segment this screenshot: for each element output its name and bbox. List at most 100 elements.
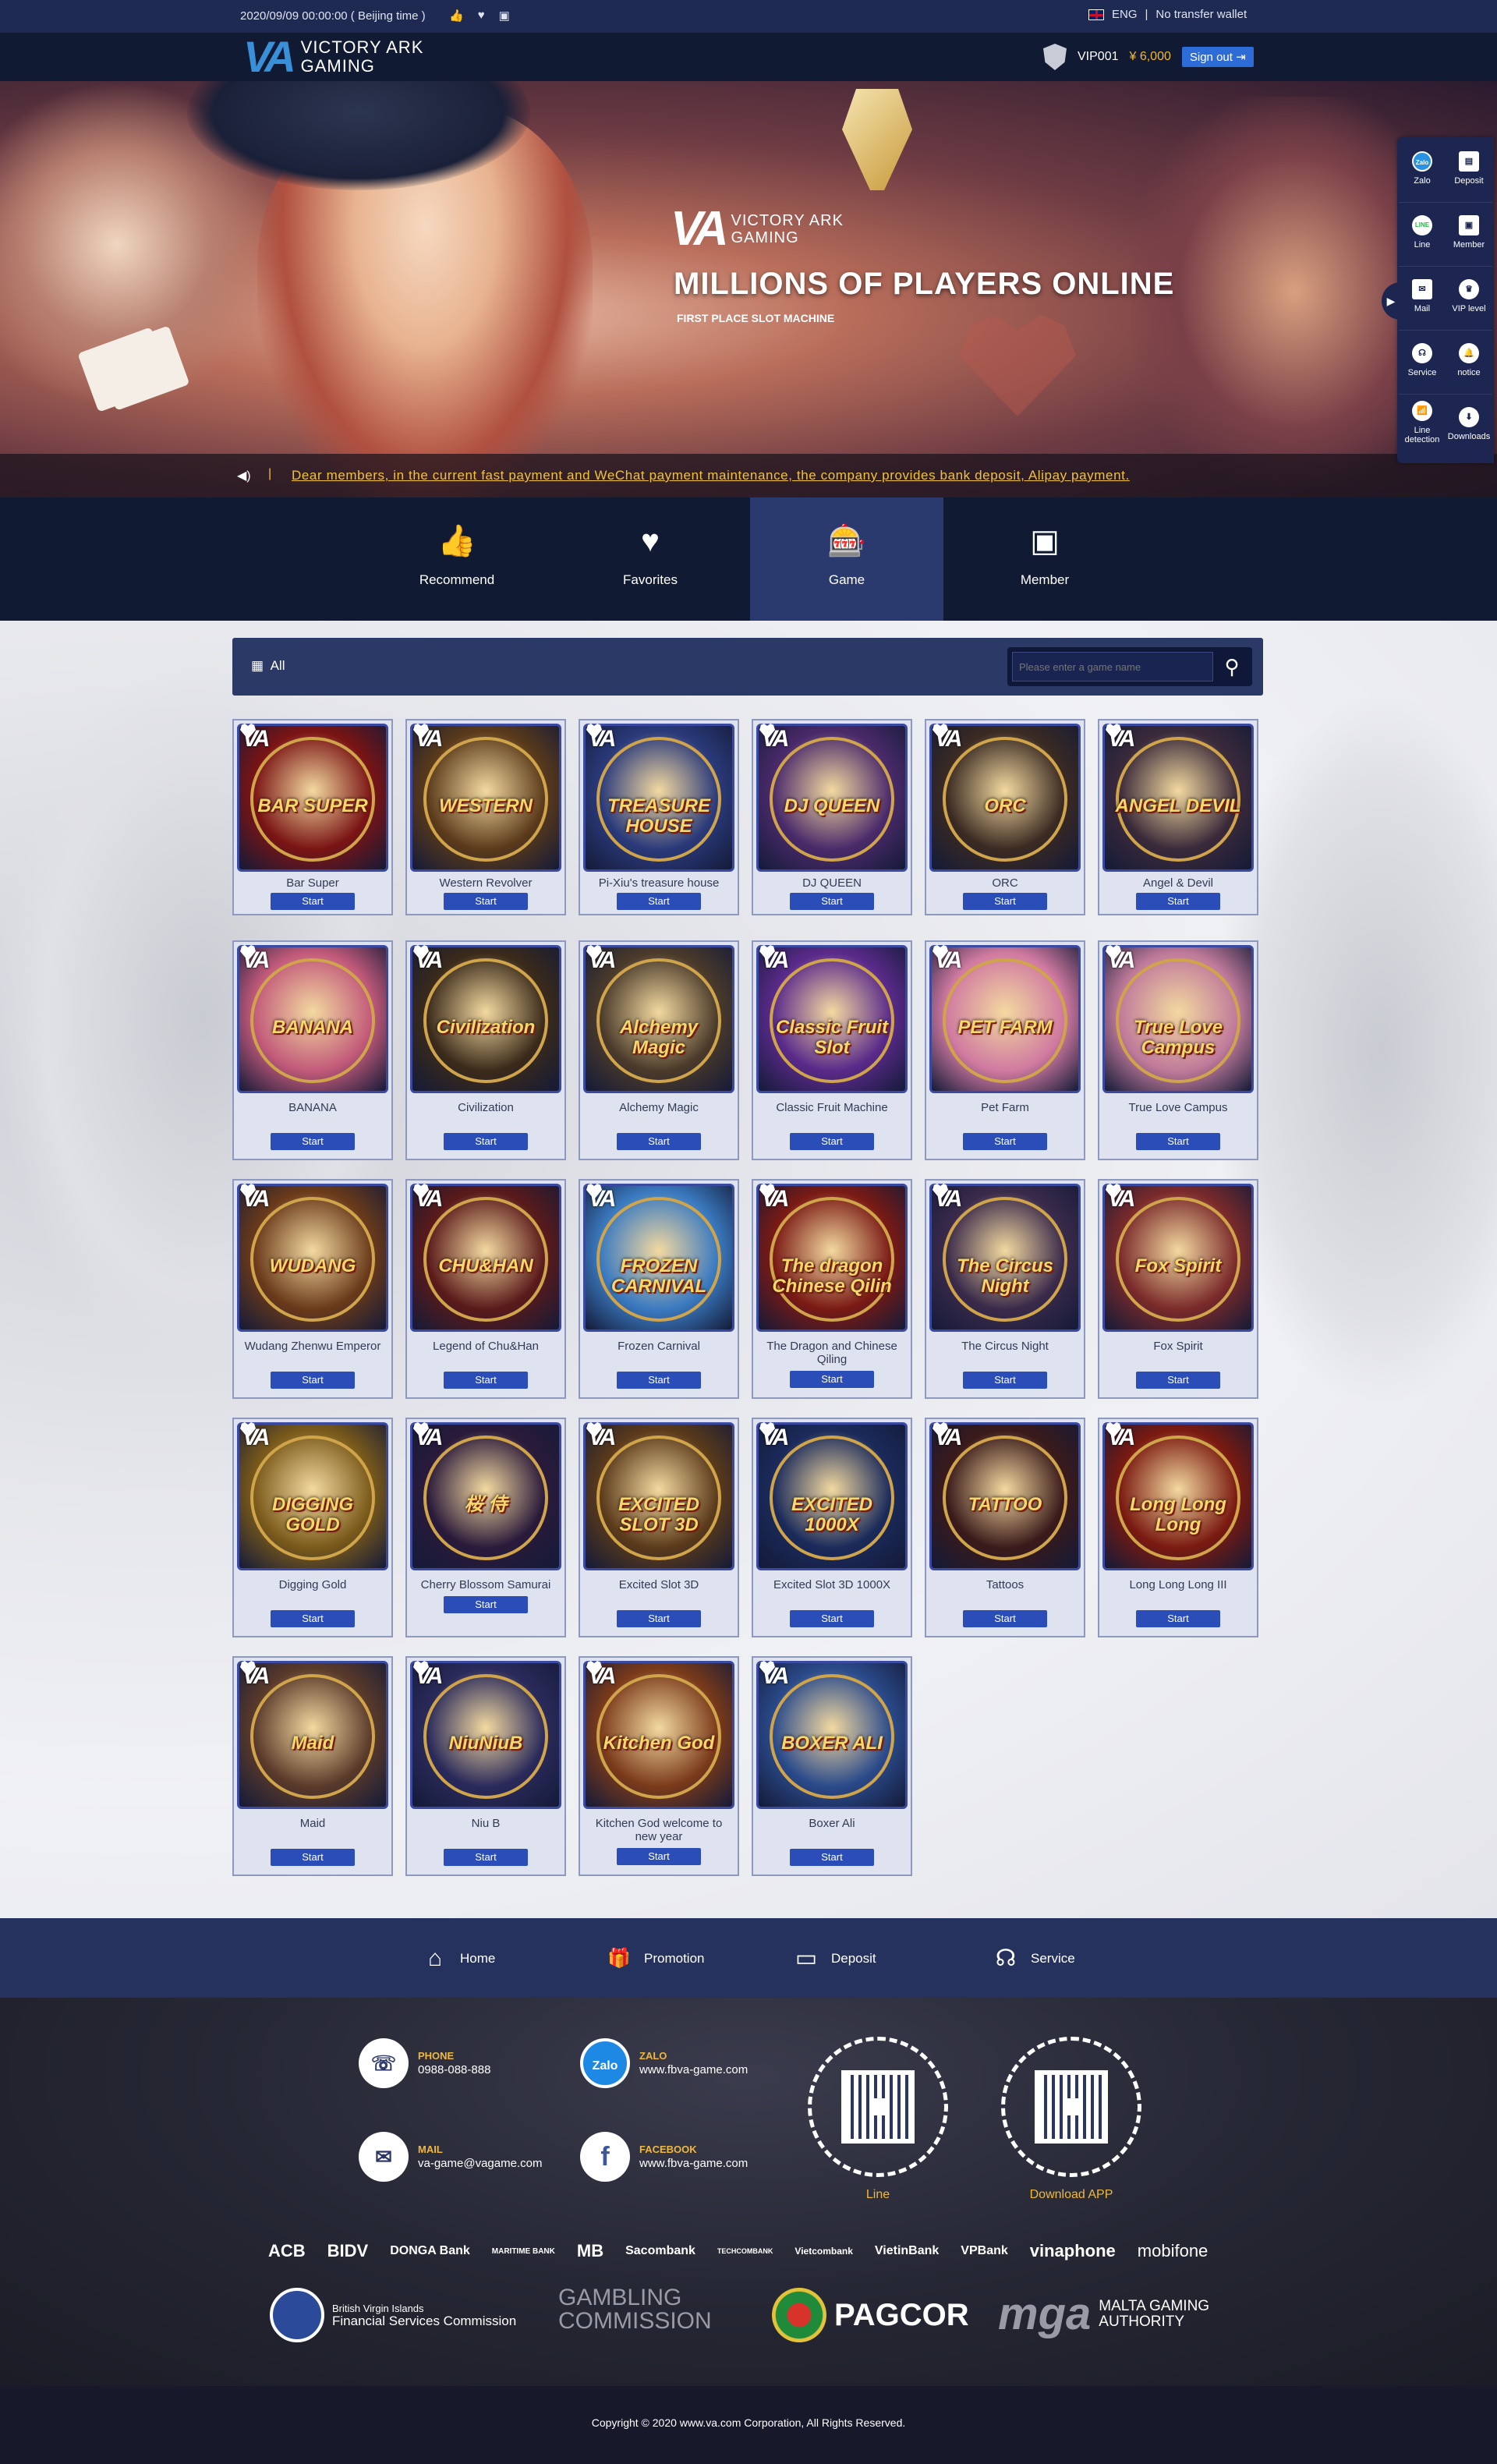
game-thumbnail[interactable]: VA DJ QUEEN bbox=[756, 724, 908, 872]
start-game-button[interactable]: Start bbox=[963, 1133, 1047, 1150]
start-game-button[interactable]: Start bbox=[790, 1610, 874, 1627]
game-card[interactable]: VA ORC ORC Start bbox=[925, 719, 1085, 915]
game-thumbnail[interactable]: VA ANGEL DEVIL bbox=[1102, 724, 1254, 872]
game-thumbnail[interactable]: VA Fox Spirit bbox=[1102, 1184, 1254, 1332]
game-card[interactable]: VA NiuNiuB Niu B Start bbox=[405, 1656, 566, 1876]
game-card[interactable]: VA ANGEL DEVIL Angel & Devil Start bbox=[1098, 719, 1258, 915]
game-card[interactable]: VA The Circus Night The Circus Night Start bbox=[925, 1179, 1085, 1399]
game-thumbnail[interactable]: VA FROZEN CARNIVAL bbox=[583, 1184, 734, 1332]
game-card[interactable]: VA The dragon Chinese Qilin The Dragon and… bbox=[752, 1179, 912, 1399]
start-game-button[interactable]: Start bbox=[271, 1133, 355, 1150]
side-item-line-detection[interactable]: 📶 Line detection bbox=[1399, 396, 1446, 458]
game-icon[interactable]: ▣ bbox=[499, 9, 510, 23]
game-card[interactable]: VA Civilization Civilization Start bbox=[405, 940, 566, 1160]
game-thumbnail[interactable]: VA WESTERN bbox=[410, 724, 561, 872]
category-all[interactable]: ▦ All bbox=[251, 658, 285, 674]
start-game-button[interactable]: Start bbox=[1136, 1133, 1220, 1150]
start-game-button[interactable]: Start bbox=[444, 1849, 528, 1866]
side-item-zalo[interactable]: Zalo Zalo bbox=[1399, 140, 1446, 203]
side-item-service[interactable]: ☊ Service bbox=[1399, 332, 1446, 395]
start-game-button[interactable]: Start bbox=[963, 1372, 1047, 1389]
tab-game[interactable]: 🎰 Game bbox=[750, 497, 943, 621]
start-game-button[interactable]: Start bbox=[271, 893, 355, 910]
start-game-button[interactable]: Start bbox=[444, 1596, 528, 1613]
tab-member[interactable]: ▣ Member bbox=[948, 497, 1141, 621]
game-thumbnail[interactable]: VA Kitchen God bbox=[583, 1661, 734, 1809]
start-game-button[interactable]: Start bbox=[963, 893, 1047, 910]
start-game-button[interactable]: Start bbox=[790, 893, 874, 910]
bottom-nav-promotion[interactable]: 🎁 Promotion bbox=[605, 1945, 704, 1973]
start-game-button[interactable]: Start bbox=[271, 1610, 355, 1627]
contact-facebook[interactable]: f FACEBOOK www.fbva-game.com bbox=[580, 2132, 748, 2182]
game-card[interactable]: VA Classic Fruit Slot Classic Fruit Machin… bbox=[752, 940, 912, 1160]
game-card[interactable]: VA BANANA BANANA Start bbox=[232, 940, 393, 1160]
game-thumbnail[interactable]: VA DIGGING GOLD bbox=[237, 1422, 388, 1570]
side-item-notice[interactable]: 🔔 notice bbox=[1446, 332, 1492, 395]
game-card[interactable]: VA EXCITED 1000X Excited Slot 3D 1000X Star… bbox=[752, 1418, 912, 1637]
start-game-button[interactable]: Start bbox=[617, 1610, 701, 1627]
bottom-nav-deposit[interactable]: ▭ Deposit bbox=[792, 1945, 876, 1973]
game-thumbnail[interactable]: VA Classic Fruit Slot bbox=[756, 945, 908, 1093]
contact-phone[interactable]: ☏ PHONE 0988-088-888 bbox=[359, 2038, 490, 2088]
start-game-button[interactable]: Start bbox=[444, 1372, 528, 1389]
side-item-deposit[interactable]: ▤ Deposit bbox=[1446, 140, 1492, 203]
start-game-button[interactable]: Start bbox=[617, 1372, 701, 1389]
start-game-button[interactable]: Start bbox=[444, 1133, 528, 1150]
start-game-button[interactable]: Start bbox=[444, 893, 528, 910]
start-game-button[interactable]: Start bbox=[617, 1848, 701, 1865]
game-card[interactable]: VA PET FARM Pet Farm Start bbox=[925, 940, 1085, 1160]
side-item-line[interactable]: LINE Line bbox=[1399, 204, 1446, 267]
start-game-button[interactable]: Start bbox=[963, 1610, 1047, 1627]
game-card[interactable]: VA 桜 侍 Cherry Blossom Samurai Start bbox=[405, 1418, 566, 1637]
game-thumbnail[interactable]: VA True Love Campus bbox=[1102, 945, 1254, 1093]
start-game-button[interactable]: Start bbox=[617, 1133, 701, 1150]
game-card[interactable]: VA Maid Maid Start bbox=[232, 1656, 393, 1876]
game-thumbnail[interactable]: VA ORC bbox=[929, 724, 1081, 872]
game-thumbnail[interactable]: VA BOXER ALI bbox=[756, 1661, 908, 1809]
game-card[interactable]: VA DIGGING GOLD Digging Gold Start bbox=[232, 1418, 393, 1637]
start-game-button[interactable]: Start bbox=[271, 1849, 355, 1866]
game-thumbnail[interactable]: VA Maid bbox=[237, 1661, 388, 1809]
game-thumbnail[interactable]: VA EXCITED SLOT 3D bbox=[583, 1422, 734, 1570]
tab-recommend[interactable]: 👍 Recommend bbox=[360, 497, 554, 621]
game-thumbnail[interactable]: VA NiuNiuB bbox=[410, 1661, 561, 1809]
site-logo[interactable]: VA VICTORY ARK GAMING bbox=[243, 35, 423, 79]
thumbs-up-icon[interactable]: 👍 bbox=[449, 9, 464, 23]
start-game-button[interactable]: Start bbox=[617, 893, 701, 910]
wallet-mode[interactable]: No transfer wallet bbox=[1155, 8, 1247, 21]
game-card[interactable]: VA TREASURE HOUSE Pi-Xiu's treasure house S… bbox=[579, 719, 739, 915]
game-card[interactable]: VA True Love Campus True Love Campus Start bbox=[1098, 940, 1258, 1160]
search-icon[interactable]: ⚲ bbox=[1218, 653, 1246, 680]
game-thumbnail[interactable]: VA The dragon Chinese Qilin bbox=[756, 1184, 908, 1332]
game-card[interactable]: VA Long Long Long Long Long Long III Start bbox=[1098, 1418, 1258, 1637]
game-thumbnail[interactable]: VA BANANA bbox=[237, 945, 388, 1093]
game-card[interactable]: VA BOXER ALI Boxer Ali Start bbox=[752, 1656, 912, 1876]
tab-favorites[interactable]: ♥ Favorites bbox=[554, 497, 747, 621]
start-game-button[interactable]: Start bbox=[271, 1372, 355, 1389]
search-input[interactable] bbox=[1012, 652, 1213, 681]
start-game-button[interactable]: Start bbox=[1136, 893, 1220, 910]
game-thumbnail[interactable]: VA The Circus Night bbox=[929, 1184, 1081, 1332]
game-card[interactable]: VA TATTOO Tattoos Start bbox=[925, 1418, 1085, 1637]
game-card[interactable]: VA EXCITED SLOT 3D Excited Slot 3D Start bbox=[579, 1418, 739, 1637]
side-item-mail[interactable]: ✉ Mail bbox=[1399, 268, 1446, 331]
game-thumbnail[interactable]: VA BAR SUPER bbox=[237, 724, 388, 872]
game-thumbnail[interactable]: VA 桜 侍 bbox=[410, 1422, 561, 1570]
side-item-member[interactable]: ▣ Member bbox=[1446, 204, 1492, 267]
heart-icon[interactable]: ♥ bbox=[478, 9, 485, 23]
bottom-nav-home[interactable]: ⌂ Home bbox=[421, 1945, 495, 1973]
game-card[interactable]: VA Fox Spirit Fox Spirit Start bbox=[1098, 1179, 1258, 1399]
side-item-downloads[interactable]: ⬇ Downloads bbox=[1446, 396, 1492, 458]
start-game-button[interactable]: Start bbox=[790, 1133, 874, 1150]
game-card[interactable]: VA WUDANG Wudang Zhenwu Emperor Start bbox=[232, 1179, 393, 1399]
game-thumbnail[interactable]: VA Civilization bbox=[410, 945, 561, 1093]
bottom-nav-service[interactable]: ☊ Service bbox=[992, 1945, 1075, 1973]
side-item-vip-level[interactable]: ♛ VIP level bbox=[1446, 268, 1492, 331]
game-thumbnail[interactable]: VA CHU&HAN bbox=[410, 1184, 561, 1332]
game-card[interactable]: VA FROZEN CARNIVAL Frozen Carnival Start bbox=[579, 1179, 739, 1399]
game-thumbnail[interactable]: VA Alchemy Magic bbox=[583, 945, 734, 1093]
language-select[interactable]: ENG bbox=[1112, 8, 1138, 21]
start-game-button[interactable]: Start bbox=[1136, 1610, 1220, 1627]
game-card[interactable]: VA Kitchen God Kitchen God welcome to new … bbox=[579, 1656, 739, 1876]
contact-mail[interactable]: ✉ MAIL va-game@vagame.com bbox=[359, 2132, 542, 2182]
